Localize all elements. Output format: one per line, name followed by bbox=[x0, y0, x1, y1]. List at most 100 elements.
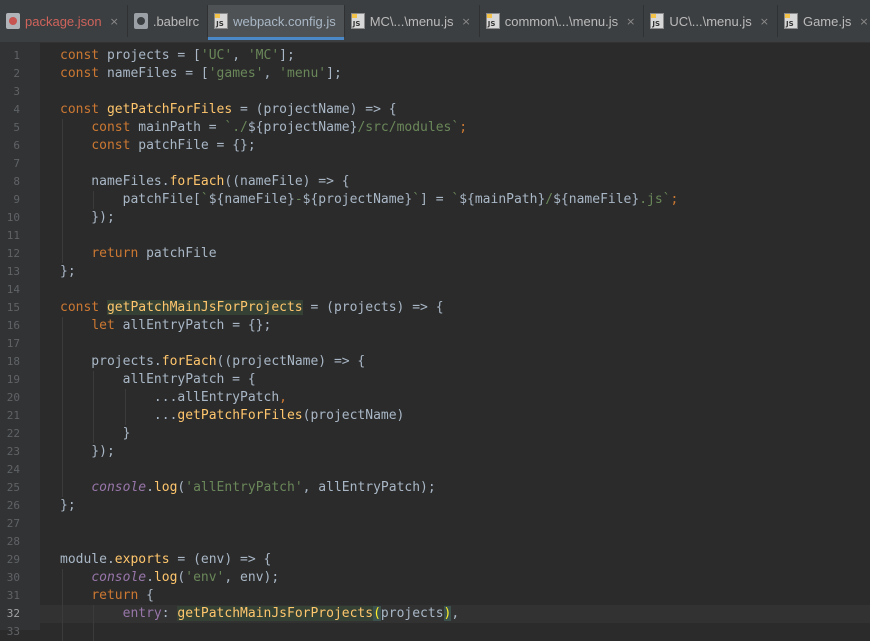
code-line[interactable]: console.log('allEntryPatch', allEntryPat… bbox=[60, 479, 435, 497]
code-token: nameFiles = [ bbox=[106, 66, 209, 81]
editor-tab[interactable]: JS common\...\menu.js × bbox=[480, 5, 645, 37]
line-number: 33 bbox=[6, 625, 20, 638]
code-token: 'allEntryPatch' bbox=[185, 480, 303, 495]
code-line[interactable]: ...getPatchForFiles(projectName) bbox=[60, 407, 404, 425]
code-token: getPatchForFiles bbox=[177, 408, 303, 423]
code-token: }; bbox=[60, 498, 76, 513]
code-line[interactable]: const getPatchForFiles = (projectName) =… bbox=[60, 101, 397, 119]
line-number: 2 bbox=[13, 67, 20, 80]
code-line[interactable]: }); bbox=[60, 209, 115, 227]
code-token: ]; bbox=[279, 48, 295, 63]
tab-label: UC\...\menu.js bbox=[669, 13, 752, 29]
code-token: , bbox=[263, 66, 280, 81]
line-number: 22 bbox=[6, 427, 20, 440]
code-line[interactable]: patchFile[`${nameFile}-${projectName}`] … bbox=[60, 191, 679, 209]
code-token: getPatchForFiles bbox=[106, 102, 233, 117]
js-file-icon: JS bbox=[485, 13, 500, 29]
code-token: ( bbox=[373, 606, 381, 621]
code-token: }); bbox=[60, 444, 115, 459]
close-tab-icon[interactable]: × bbox=[462, 15, 471, 28]
code-token: = (projectName) => { bbox=[232, 102, 397, 117]
editor-tab[interactable]: package.json × bbox=[0, 5, 128, 37]
code-token: .js` bbox=[639, 192, 671, 207]
line-number: 17 bbox=[6, 337, 20, 350]
line-number: 21 bbox=[6, 409, 20, 422]
code-token: let bbox=[91, 318, 123, 333]
code-token: patchFile bbox=[146, 246, 217, 261]
js-file-icon: JS bbox=[350, 13, 365, 29]
code-editor[interactable]: 1 2 3 4 5 6 7 8 9 10 11 12 13 14 15 16 17 18 19 20 21 22 23 24 2… bbox=[0, 42, 870, 641]
code-line[interactable]: projects.forEach((projectName) => { bbox=[60, 353, 365, 371]
line-number: 3 bbox=[13, 85, 20, 98]
code-line[interactable]: return patchFile bbox=[60, 245, 217, 263]
code-token: } bbox=[60, 426, 131, 441]
code-line[interactable]: const getPatchMainJsForProjects = (proje… bbox=[60, 299, 444, 317]
code-token: nameFiles. bbox=[60, 174, 170, 189]
code-line[interactable]: return { bbox=[60, 587, 154, 605]
code-token: const bbox=[91, 138, 139, 153]
code-line[interactable]: console.log('env', env); bbox=[60, 569, 279, 587]
code-token: ((projectName) => { bbox=[216, 354, 366, 369]
code-token: 'menu' bbox=[279, 66, 327, 81]
code-line[interactable]: let allEntryPatch = {}; bbox=[60, 317, 271, 335]
editor-tab[interactable]: JS UC\...\menu.js × bbox=[644, 5, 778, 37]
line-number: 25 bbox=[6, 481, 20, 494]
tab-label: package.json bbox=[25, 13, 102, 29]
code-token: ` bbox=[412, 192, 421, 207]
code-line[interactable]: ...allEntryPatch, bbox=[60, 389, 287, 407]
line-number: 4 bbox=[13, 103, 20, 116]
code-line[interactable]: }; bbox=[60, 263, 76, 281]
close-tab-icon[interactable]: × bbox=[859, 15, 868, 28]
code-token: console bbox=[91, 570, 147, 585]
json-file-icon bbox=[6, 13, 20, 29]
code-line[interactable]: const nameFiles = ['games', 'menu']; bbox=[60, 65, 342, 83]
code-token: projects bbox=[380, 606, 444, 621]
code-line[interactable]: }; bbox=[60, 497, 76, 515]
code-token: getPatchMainJsForProjects bbox=[106, 300, 303, 315]
config-file-icon bbox=[133, 13, 148, 29]
line-number: 5 bbox=[13, 121, 20, 134]
code-line[interactable]: nameFiles.forEach((nameFile) => { bbox=[60, 173, 349, 191]
line-number: 10 bbox=[6, 211, 20, 224]
line-number: 9 bbox=[13, 193, 20, 206]
code-token: ${projectName} bbox=[302, 192, 413, 207]
code-line[interactable]: const projects = ['UC', 'MC']; bbox=[60, 47, 295, 65]
line-number: 19 bbox=[6, 373, 20, 386]
code-token: const bbox=[60, 102, 107, 117]
line-number: 30 bbox=[6, 571, 20, 584]
line-number: 18 bbox=[6, 355, 20, 368]
close-tab-icon[interactable]: × bbox=[760, 15, 769, 28]
editor-tab[interactable]: JS webpack.config.js bbox=[208, 5, 345, 40]
code-token: ${nameFile} bbox=[208, 192, 295, 207]
code-token: const bbox=[60, 48, 107, 63]
code-token: getPatchMainJsForProjects bbox=[177, 606, 374, 621]
code-token: ${nameFile} bbox=[553, 192, 640, 207]
close-tab-icon[interactable]: × bbox=[626, 15, 635, 28]
code-token: ${projectName} bbox=[247, 120, 358, 135]
code-token: entry bbox=[122, 606, 162, 621]
code-line[interactable]: const mainPath = `./${projectName}/src/m… bbox=[60, 119, 467, 137]
code-line[interactable]: allEntryPatch = { bbox=[60, 371, 256, 389]
code-line[interactable]: entry: getPatchMainJsForProjects(project… bbox=[60, 605, 459, 623]
editor-tab[interactable]: JS MC\...\menu.js × bbox=[345, 5, 480, 37]
code-token: ` bbox=[451, 192, 460, 207]
code-token: /src/modules` bbox=[357, 120, 460, 135]
code-token: 'env' bbox=[185, 570, 225, 585]
code-token: const bbox=[60, 300, 107, 315]
code-line[interactable]: const patchFile = {}; bbox=[60, 137, 255, 155]
code-line[interactable]: } bbox=[60, 425, 131, 443]
code-token: patchFile[ bbox=[60, 192, 201, 207]
code-line[interactable]: module.exports = (env) => { bbox=[60, 551, 271, 569]
code-token: , bbox=[279, 390, 287, 405]
code-line[interactable]: }); bbox=[60, 443, 115, 461]
code-token: forEach bbox=[169, 174, 225, 189]
editor-tab[interactable]: JS Game.js × bbox=[778, 5, 870, 37]
close-tab-icon[interactable]: × bbox=[110, 15, 119, 28]
line-number: 31 bbox=[6, 589, 20, 602]
editor-tab[interactable]: .babelrc bbox=[128, 5, 209, 37]
